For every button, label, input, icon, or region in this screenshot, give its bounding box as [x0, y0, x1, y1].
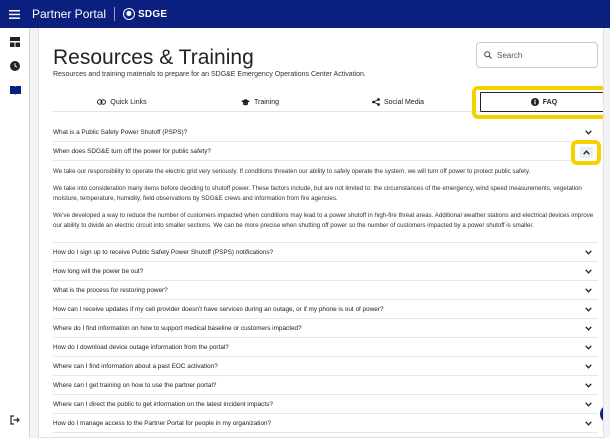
brand-divider	[114, 7, 116, 21]
content-card: Resources & Training Resources and train…	[38, 28, 604, 438]
faq-question: Where do I find information on how to su…	[53, 324, 302, 332]
app-title: Partner Portal	[32, 7, 107, 21]
faq-item[interactable]: How long will the power be out?	[53, 262, 598, 281]
book-icon[interactable]	[0, 78, 30, 102]
search-placeholder: Search	[497, 50, 523, 60]
dashboard-icon[interactable]	[0, 30, 30, 54]
answer-paragraph: We take our responsibility to operate th…	[53, 168, 531, 175]
link-icon	[97, 99, 107, 105]
chevron-down-icon[interactable]	[582, 360, 594, 372]
help-button[interactable]: ?	[600, 405, 603, 423]
search-input[interactable]: Search	[476, 42, 598, 68]
chevron-down-icon[interactable]	[582, 284, 594, 296]
tab-quick-links[interactable]: Quick Links	[53, 92, 191, 112]
tab-label: Social Media	[383, 98, 425, 106]
faq-question: How do I sign up to receive Public Safet…	[53, 248, 274, 256]
faq-item[interactable]: How do I sign up to receive Public Safet…	[53, 243, 598, 262]
share-icon	[372, 98, 380, 106]
faq-item[interactable]: How do I download device outage informat…	[53, 338, 598, 357]
graduation-cap-icon	[240, 98, 250, 105]
faq-item[interactable]: What is a Public Safety Power Shutoff (P…	[53, 123, 598, 142]
chevron-down-icon[interactable]	[582, 417, 594, 429]
faq-question: How do I download device outage informat…	[53, 343, 229, 351]
chevron-down-icon[interactable]	[582, 398, 594, 410]
faq-tab-highlight	[472, 86, 603, 119]
tab-training[interactable]: Training	[191, 92, 329, 112]
faq-question: What is a Public Safety Power Shutoff (P…	[53, 128, 188, 136]
tab-social-media[interactable]: Social Media	[329, 92, 467, 112]
faq-item[interactable]: Where do I find information on how to su…	[53, 319, 598, 338]
faq-question: When does SDG&E turn off the power for p…	[53, 147, 211, 155]
faq-item[interactable]: How do I manage access to the Partner Po…	[53, 414, 598, 433]
collapse-button[interactable]	[571, 140, 601, 165]
faq-item[interactable]: Where can I get training on how to use t…	[53, 376, 598, 395]
brand-logo: ✺ SDGE	[123, 8, 167, 20]
faq-question: Where can I get training on how to use t…	[53, 381, 217, 389]
faq-item[interactable]: Where can I find information about a pas…	[53, 357, 598, 376]
faq-question: Where can I find information about a pas…	[53, 362, 218, 370]
logout-icon[interactable]	[0, 408, 30, 432]
chevron-down-icon[interactable]	[582, 379, 594, 391]
clock-icon[interactable]	[0, 54, 30, 78]
faq-item[interactable]: How can I receive updates if my cell pro…	[53, 300, 598, 319]
search-icon	[484, 51, 492, 59]
main-area: Resources & Training Resources and train…	[30, 28, 610, 438]
chevron-down-icon[interactable]	[582, 126, 594, 138]
faq-question: How do I manage access to the Partner Po…	[53, 419, 272, 427]
faq-answer: We take our responsibility to operate th…	[53, 161, 598, 243]
page-subtitle: Resources and training materials to prep…	[53, 71, 366, 78]
faq-item[interactable]: What is the process for restoring power?	[53, 281, 598, 300]
chevron-up-icon	[579, 147, 593, 158]
chevron-down-icon[interactable]	[582, 341, 594, 353]
page-title: Resources & Training	[53, 46, 254, 69]
answer-paragraph: We've developed a way to reduce the numb…	[53, 212, 594, 229]
answer-paragraph: We take into consideration many items be…	[53, 185, 582, 202]
brand-emblem-icon: ✺	[123, 8, 136, 20]
chevron-down-icon[interactable]	[582, 265, 594, 277]
top-bar: Partner Portal ✺ SDGE	[0, 0, 610, 28]
faq-item[interactable]: Where can I direct the public to get inf…	[53, 395, 598, 414]
chevron-down-icon[interactable]	[582, 303, 594, 315]
side-nav	[0, 28, 30, 438]
faq-question: Where can I direct the public to get inf…	[53, 400, 273, 408]
chevron-down-icon[interactable]	[582, 246, 594, 258]
faq-list: What is a Public Safety Power Shutoff (P…	[53, 123, 598, 433]
tab-label: Quick Links	[110, 98, 147, 106]
brand-name: SDGE	[138, 8, 168, 20]
faq-question: What is the process for restoring power?	[53, 286, 168, 294]
chevron-down-icon[interactable]	[582, 322, 594, 334]
faq-question: How long will the power be out?	[53, 267, 144, 275]
tab-label: Training	[253, 98, 280, 106]
menu-icon[interactable]	[0, 0, 28, 28]
faq-item-open[interactable]: When does SDG&E turn off the power for p…	[53, 142, 598, 161]
faq-question: How can I receive updates if my cell pro…	[53, 305, 384, 313]
